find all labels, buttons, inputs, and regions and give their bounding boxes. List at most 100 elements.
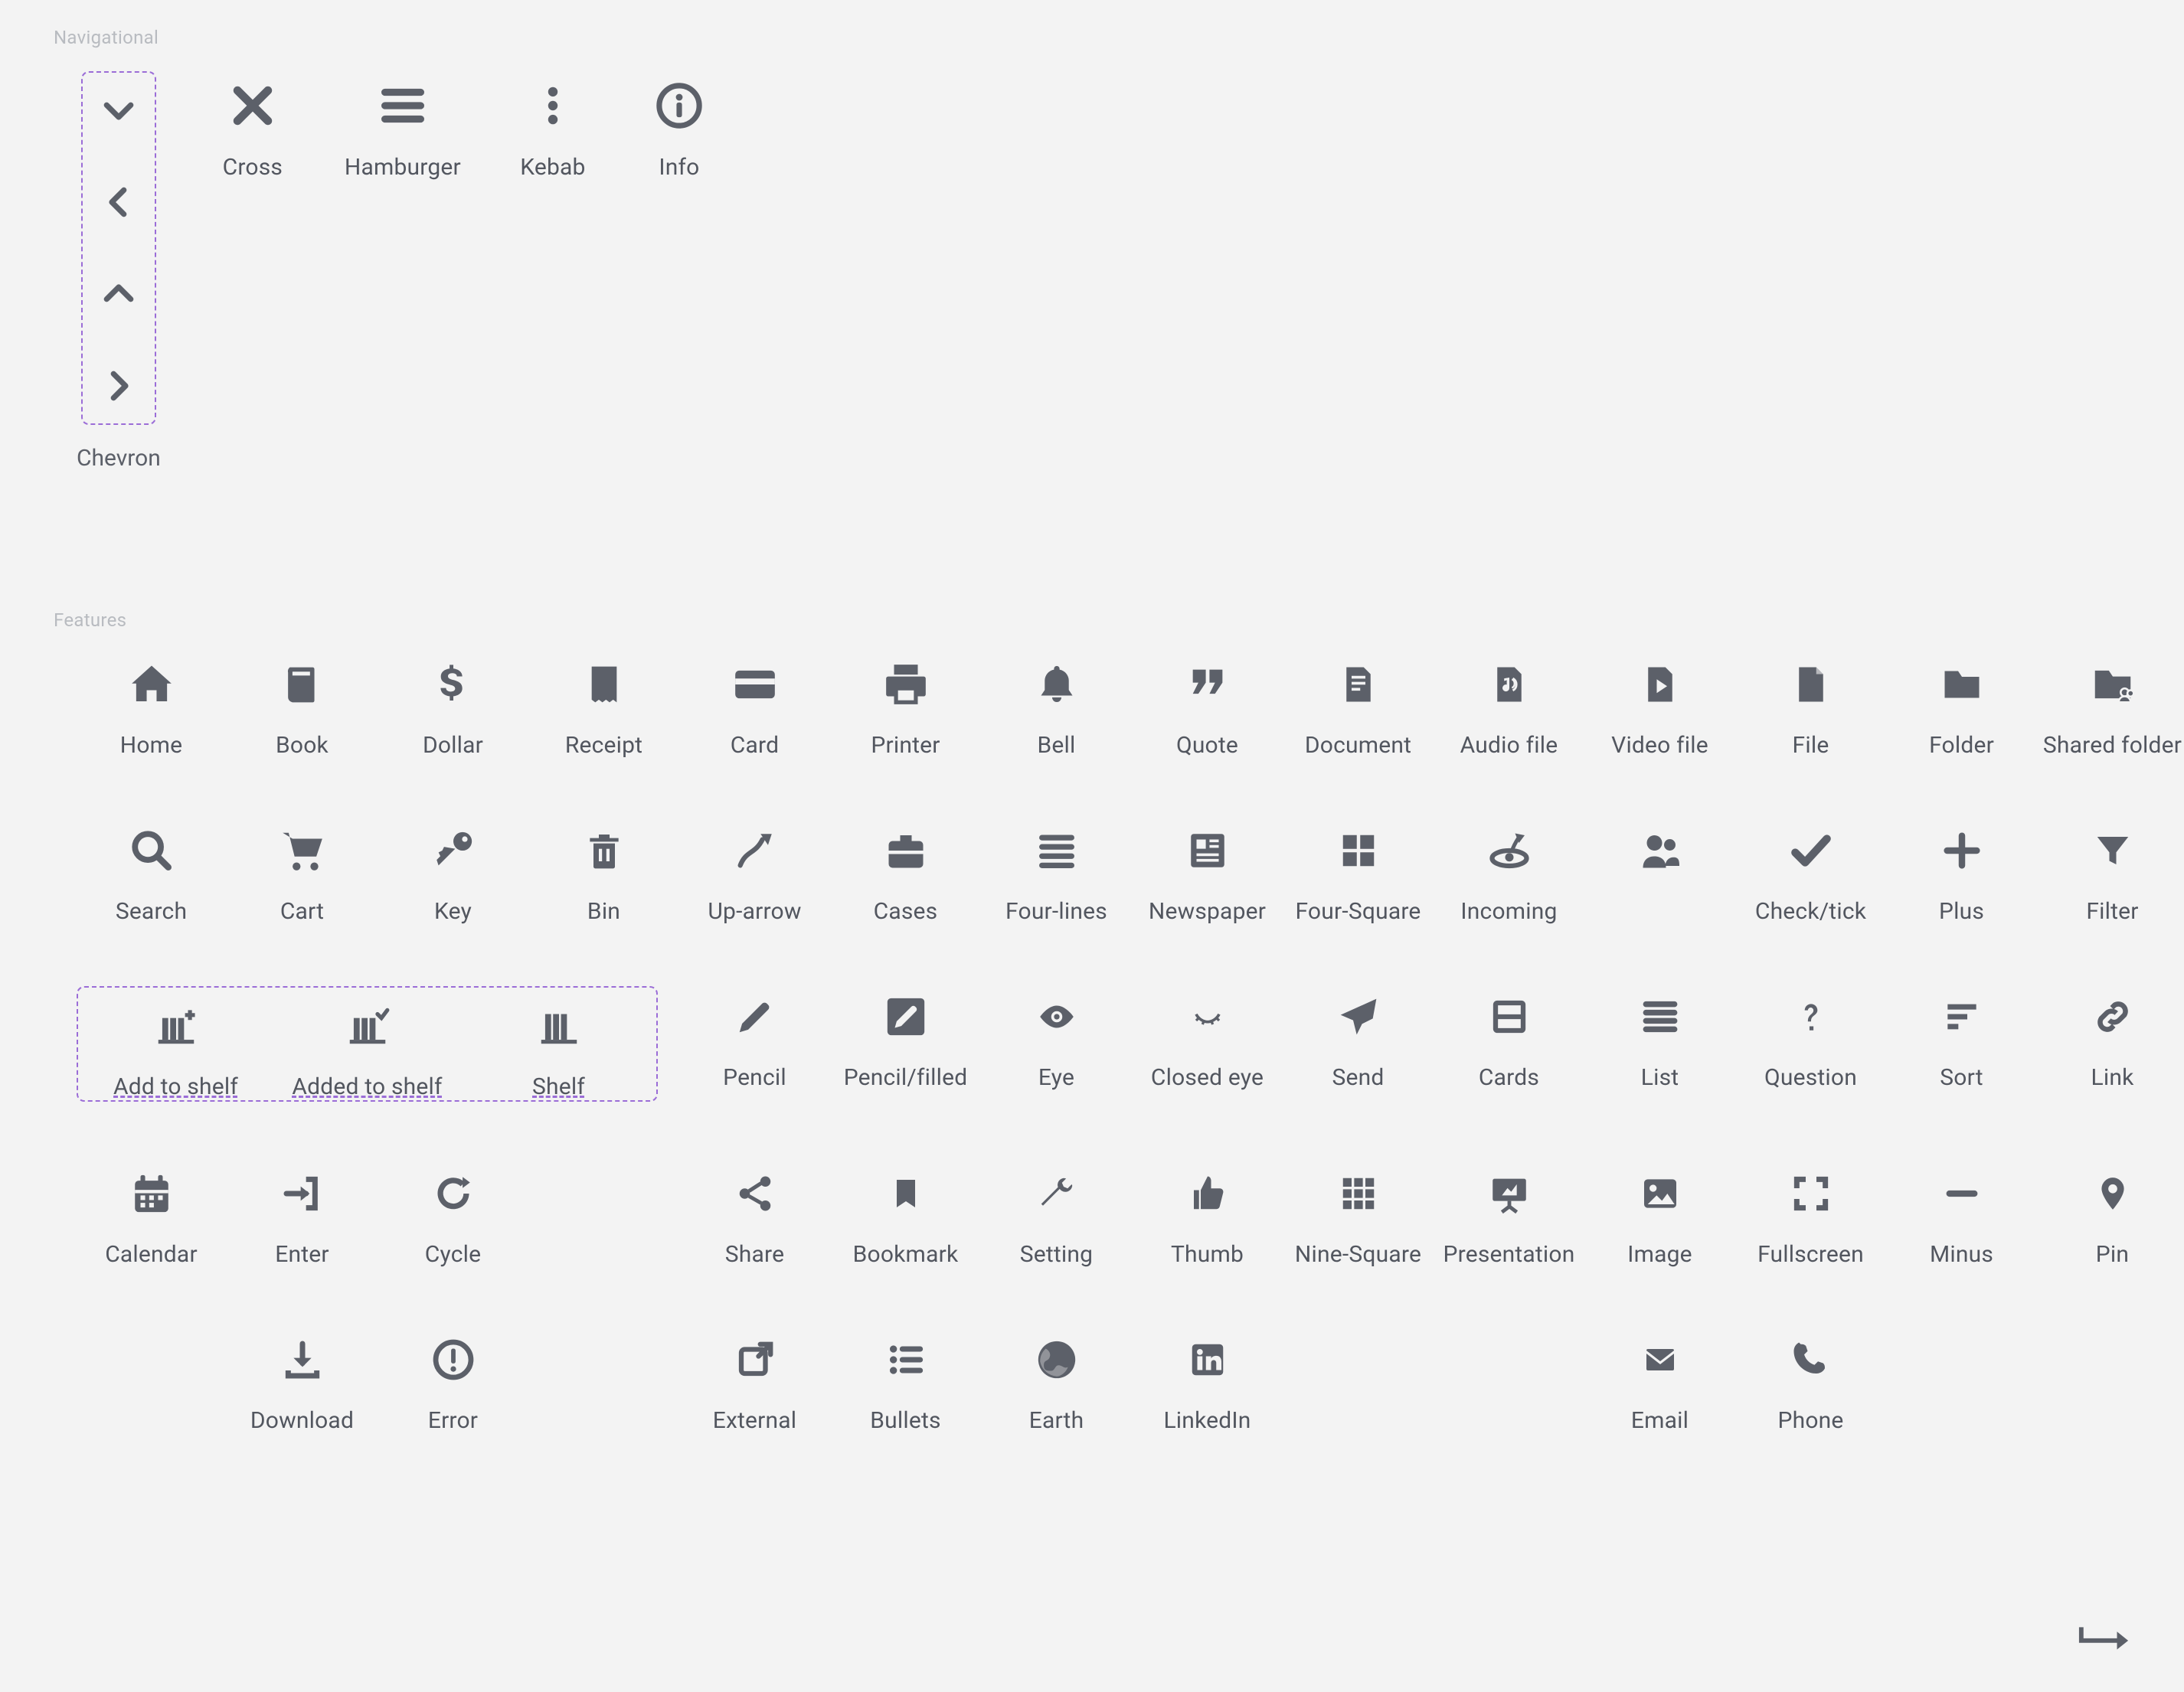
check-cell: Check/tick bbox=[1736, 820, 1885, 925]
shared-folder-label: Shared folder bbox=[2043, 732, 2182, 759]
chevron-dashed-box bbox=[81, 71, 156, 425]
incoming-icon bbox=[1479, 820, 1540, 881]
link-cell: Link bbox=[2038, 986, 2184, 1102]
section-label-navigational: Navigational bbox=[54, 27, 2130, 48]
send-cell: Send bbox=[1283, 986, 1433, 1102]
quote-cell: Quote bbox=[1133, 654, 1282, 759]
bookmark-icon bbox=[875, 1163, 937, 1224]
cart-cell: Cart bbox=[227, 820, 377, 925]
external-cell: External bbox=[680, 1329, 829, 1434]
shelf-cell: Shelf bbox=[484, 995, 633, 1100]
chevron-down-icon bbox=[96, 88, 141, 132]
kebab-cell: Kebab bbox=[518, 71, 587, 181]
setting-label: Setting bbox=[1020, 1241, 1093, 1268]
download-icon bbox=[272, 1329, 333, 1390]
info-cell: Info bbox=[645, 71, 714, 181]
bookmark-cell: Bookmark bbox=[831, 1163, 980, 1268]
shelf-label: Shelf bbox=[532, 1073, 585, 1100]
list-icon bbox=[1630, 986, 1691, 1047]
pencil-filled-icon bbox=[875, 986, 937, 1047]
pencil-cell: Pencil bbox=[680, 986, 829, 1102]
shared-folder-cell: Shared folder bbox=[2038, 654, 2184, 759]
link-label: Link bbox=[2091, 1064, 2133, 1091]
thumb-label: Thumb bbox=[1171, 1241, 1244, 1268]
plus-label: Plus bbox=[1939, 898, 1984, 925]
bookmark-label: Bookmark bbox=[853, 1241, 959, 1268]
pencil-filled-cell: Pencil/filled bbox=[831, 986, 980, 1102]
audio-file-cell: Audio file bbox=[1434, 654, 1584, 759]
video-file-label: Video file bbox=[1611, 732, 1708, 759]
pin-icon bbox=[2082, 1163, 2143, 1224]
check-icon bbox=[1780, 820, 1842, 881]
up-arrow-label: Up-arrow bbox=[708, 898, 801, 925]
bullets-label: Bullets bbox=[870, 1407, 940, 1434]
folder-icon bbox=[1931, 654, 1993, 715]
cycle-label: Cycle bbox=[425, 1241, 481, 1268]
fullscreen-label: Fullscreen bbox=[1757, 1241, 1864, 1268]
add-to-shelf-label: Add to shelf bbox=[113, 1073, 238, 1100]
add-to-shelf-icon bbox=[145, 995, 207, 1057]
minus-cell: Minus bbox=[1887, 1163, 2036, 1268]
shelf-icon bbox=[528, 995, 590, 1057]
cards-label: Cards bbox=[1479, 1064, 1539, 1091]
info-label: Info bbox=[659, 154, 699, 181]
cycle-icon bbox=[423, 1163, 484, 1224]
error-label: Error bbox=[428, 1407, 478, 1434]
dollar-icon bbox=[423, 654, 484, 715]
printer-cell: Printer bbox=[831, 654, 980, 759]
newspaper-cell: Newspaper bbox=[1133, 820, 1282, 925]
corner-return-arrow-icon bbox=[2077, 1622, 2130, 1650]
pin-label: Pin bbox=[2096, 1241, 2129, 1268]
linkedin-icon bbox=[1177, 1329, 1238, 1390]
eye-label: Eye bbox=[1038, 1064, 1074, 1091]
home-label: Home bbox=[120, 732, 183, 759]
cycle-cell: Cycle bbox=[378, 1163, 528, 1268]
document-label: Document bbox=[1305, 732, 1411, 759]
navigational-section: Navigational bbox=[54, 27, 2130, 472]
share-cell: Share bbox=[680, 1163, 829, 1268]
check-label: Check/tick bbox=[1755, 898, 1866, 925]
linkedin-cell: LinkedIn bbox=[1133, 1329, 1282, 1434]
presentation-label: Presentation bbox=[1443, 1241, 1575, 1268]
bin-cell: Bin bbox=[529, 820, 678, 925]
card-icon bbox=[724, 654, 786, 715]
file-icon bbox=[1780, 654, 1842, 715]
send-icon bbox=[1328, 986, 1389, 1047]
bin-icon bbox=[574, 820, 635, 881]
newspaper-label: Newspaper bbox=[1149, 898, 1266, 925]
users-cell bbox=[1585, 820, 1734, 925]
presentation-icon bbox=[1479, 1163, 1540, 1224]
fullscreen-icon bbox=[1780, 1163, 1842, 1224]
eye-cell: Eye bbox=[982, 986, 1131, 1102]
four-square-cell: Four-Square bbox=[1283, 820, 1433, 925]
add-to-shelf-cell: Add to shelf bbox=[101, 995, 250, 1100]
hamburger-icon bbox=[368, 71, 437, 140]
share-icon bbox=[724, 1163, 786, 1224]
kebab-label: Kebab bbox=[520, 154, 585, 181]
quote-label: Quote bbox=[1176, 732, 1238, 759]
folder-cell: Folder bbox=[1887, 654, 2036, 759]
pin-cell: Pin bbox=[2038, 1163, 2184, 1268]
cross-cell: Cross bbox=[218, 71, 287, 181]
users-icon bbox=[1630, 820, 1691, 881]
filter-label: Filter bbox=[2086, 898, 2138, 925]
phone-cell: Phone bbox=[1736, 1329, 1885, 1434]
calendar-label: Calendar bbox=[105, 1241, 198, 1268]
thumb-cell: Thumb bbox=[1133, 1163, 1282, 1268]
phone-label: Phone bbox=[1777, 1407, 1843, 1434]
card-label: Card bbox=[731, 732, 779, 759]
calendar-icon bbox=[121, 1163, 182, 1224]
minus-icon bbox=[1931, 1163, 1993, 1224]
bin-label: Bin bbox=[587, 898, 620, 925]
info-icon bbox=[645, 71, 714, 140]
email-icon bbox=[1630, 1329, 1691, 1390]
fullscreen-cell: Fullscreen bbox=[1736, 1163, 1885, 1268]
list-label: List bbox=[1641, 1064, 1679, 1091]
search-icon bbox=[121, 820, 182, 881]
thumb-icon bbox=[1177, 1163, 1238, 1224]
video-file-icon bbox=[1630, 654, 1691, 715]
sort-icon bbox=[1931, 986, 1993, 1047]
download-cell: Download bbox=[227, 1329, 377, 1434]
sort-cell: Sort bbox=[1887, 986, 2036, 1102]
nav-row: Chevron Cross Hamburger Kebab Info bbox=[54, 71, 2130, 472]
